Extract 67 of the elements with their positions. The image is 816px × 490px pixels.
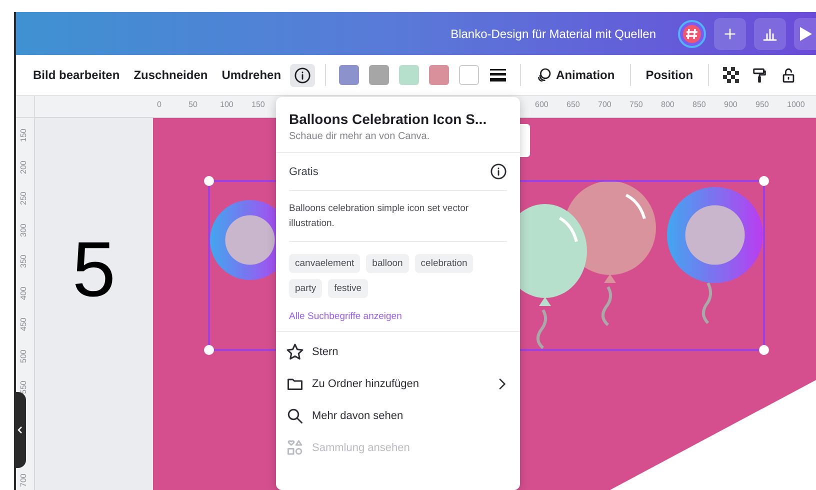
ruler-label: 150 [252, 100, 265, 109]
ruler-label: 600 [535, 100, 548, 109]
position-button[interactable]: Position [640, 63, 698, 87]
menu-item[interactable]: Zu Ordner hinzufügen [276, 368, 520, 400]
balloon-string [702, 282, 712, 324]
animation-button[interactable]: Animation [531, 62, 620, 88]
keyword-tag[interactable]: balloon [366, 254, 409, 273]
checkerboard-icon [723, 67, 740, 83]
ruler-label: 250 [19, 192, 28, 205]
present-button[interactable] [794, 18, 816, 50]
keyword-tag[interactable]: canvaelement [289, 254, 360, 273]
shapes-icon [286, 439, 304, 457]
color-swatch[interactable] [429, 65, 450, 85]
ruler-label: 700 [19, 474, 28, 487]
menu-item[interactable]: Stern [276, 336, 520, 368]
ruler-label: 300 [19, 223, 28, 236]
ruler-label: 0 [157, 100, 162, 109]
ruler-label: 900 [724, 100, 738, 109]
toolbar-button[interactable]: Bild bearbeiten [28, 63, 125, 87]
ruler-label: 850 [692, 100, 706, 109]
toolbar-button[interactable]: Zuschneiden [128, 63, 213, 87]
ruler-label: 200 [19, 160, 28, 174]
paint-roller-icon [751, 66, 768, 84]
line-weight-icon [490, 68, 506, 82]
show-keywords-link[interactable]: Alle Suchbegriffe anzeigen [289, 311, 402, 322]
search-icon [286, 407, 304, 425]
color-swatch[interactable] [459, 65, 480, 85]
info-button[interactable] [290, 64, 316, 86]
toolbar-button[interactable]: Umdrehen [216, 63, 286, 87]
ruler-label: 550 [19, 380, 28, 394]
star-icon [286, 343, 304, 361]
element-description: Balloons celebration simple icon set vector illustration. [289, 191, 507, 242]
ruler-label: 100 [220, 100, 234, 109]
ruler-label: 650 [566, 100, 580, 109]
info-icon [294, 66, 312, 84]
ruler-label: 700 [598, 100, 612, 109]
add-button[interactable] [714, 18, 746, 50]
ruler-label: 800 [661, 100, 674, 109]
ruler-label: 500 [19, 349, 28, 362]
menu-item[interactable]: Mehr davon sehen [276, 400, 520, 432]
team-avatar-icon[interactable] [678, 20, 706, 48]
color-swatch[interactable] [369, 65, 390, 85]
info-icon [490, 163, 507, 180]
color-swatch[interactable] [339, 65, 360, 85]
element-subtitle: Schaue dir mehr an von Canva. [289, 131, 431, 142]
license-label: Gratis [289, 166, 318, 178]
page-number: 5 [72, 224, 116, 314]
ruler-label: 150 [19, 128, 28, 142]
keyword-tag[interactable]: festive [328, 279, 368, 298]
ruler-label: 400 [19, 286, 28, 300]
document-title: Blanko-Design für Material mit Quellen [450, 26, 656, 40]
animation-icon [536, 67, 552, 83]
ruler-label: 950 [756, 100, 769, 109]
keyword-tag[interactable]: celebration [414, 254, 474, 273]
ruler-label: 450 [19, 318, 28, 331]
keyword-tag[interactable]: party [289, 279, 322, 298]
element-title: Balloons Celebration Icon S... [289, 111, 488, 127]
chevron-left-icon [17, 426, 23, 434]
ruler-label: 50 [188, 100, 198, 109]
plus-icon [722, 26, 738, 42]
insights-button[interactable] [754, 18, 786, 50]
ruler-label: 750 [630, 100, 643, 109]
collapse-tab[interactable] [16, 392, 26, 468]
play-icon [798, 26, 812, 42]
color-swatch[interactable] [399, 65, 420, 85]
ruler-label: 350 [19, 254, 28, 268]
ruler-label: 1000 [787, 100, 805, 109]
